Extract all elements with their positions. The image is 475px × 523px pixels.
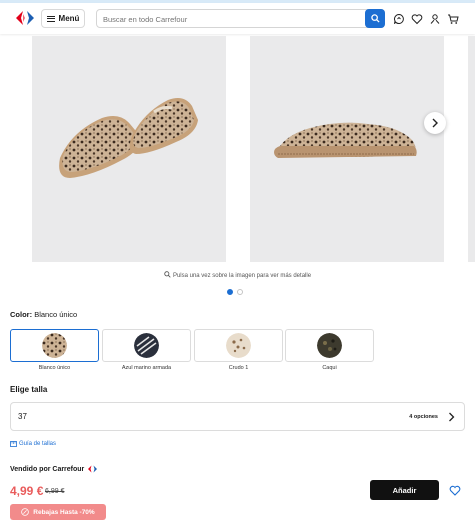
favorite-button[interactable] [447, 482, 463, 498]
color-selected-value: Blanco único [34, 310, 78, 319]
zoom-hint: Pulsa una vez sobre la imagen para ver m… [0, 271, 475, 279]
search-bar [96, 9, 385, 28]
product-image-3-partial [468, 36, 475, 262]
color-option-azul-marino[interactable] [102, 329, 191, 362]
heart-icon[interactable] [411, 13, 423, 25]
user-icon[interactable] [429, 13, 441, 25]
espadrille-pair-image [59, 98, 198, 178]
size-selector[interactable]: 37 4 opciones [10, 402, 465, 431]
color-thumbnail [42, 333, 67, 358]
current-price: 4,99 € [10, 484, 44, 498]
promo-label: Rebajas Hasta -70% [33, 508, 95, 516]
menu-button[interactable]: Menú [41, 9, 85, 28]
product-image-2[interactable] [250, 36, 444, 262]
color-option-label: Caqui [322, 365, 337, 371]
color-heading: Color: Blanco único [10, 310, 77, 319]
old-price: 6,99 € [45, 488, 65, 495]
search-button[interactable] [365, 9, 385, 28]
zoom-icon [164, 271, 171, 278]
add-to-cart-button[interactable]: Añadir [370, 480, 439, 500]
ruler-icon [10, 441, 17, 447]
product-image-1[interactable] [32, 36, 226, 262]
seller-label: Vendido por Carrefour [10, 465, 85, 473]
color-option-label: Azul marino armada [121, 365, 172, 371]
heart-icon [449, 485, 461, 496]
espadrille-side-image [274, 122, 417, 158]
color-title: Color: [10, 310, 33, 319]
size-guide-label: Guía de tallas [19, 441, 57, 447]
size-heading: Elige talla [10, 385, 48, 394]
color-thumbnail [134, 333, 159, 358]
search-input[interactable] [103, 12, 363, 26]
gallery-next-button[interactable] [424, 112, 446, 134]
pagination-dot[interactable] [237, 289, 243, 295]
carrefour-small-logo [88, 465, 98, 473]
color-thumbnail [226, 333, 251, 358]
color-option-blanco-unico[interactable] [10, 329, 99, 362]
color-option-crudo[interactable] [194, 329, 283, 362]
cart-icon[interactable] [447, 13, 459, 25]
search-icon [370, 14, 380, 23]
seller-info: Vendido por Carrefour [10, 465, 98, 473]
size-guide-link[interactable]: Guía de tallas [10, 441, 56, 447]
pagination-dot-active[interactable] [227, 289, 233, 295]
chevron-right-icon [449, 412, 455, 422]
chevron-right-icon [432, 118, 438, 128]
top-header: Menú [0, 3, 475, 34]
discount-icon [21, 508, 30, 516]
menu-label: Menú [58, 14, 80, 23]
chat-icon[interactable] [393, 13, 405, 25]
carrefour-logo[interactable] [14, 10, 36, 26]
promo-badge: Rebajas Hasta -70% [10, 504, 106, 520]
color-option-caqui[interactable] [285, 329, 374, 362]
color-option-label: Crudo 1 [228, 365, 249, 371]
zoom-hint-text: Pulsa una vez sobre la imagen para ver m… [172, 273, 312, 279]
hamburger-icon [46, 15, 55, 22]
size-value: 37 [18, 412, 27, 421]
color-thumbnail [317, 333, 342, 358]
gallery-pagination [227, 289, 243, 295]
color-option-label: Blanco único [38, 365, 71, 371]
size-options-count: 4 opciones [409, 414, 438, 420]
